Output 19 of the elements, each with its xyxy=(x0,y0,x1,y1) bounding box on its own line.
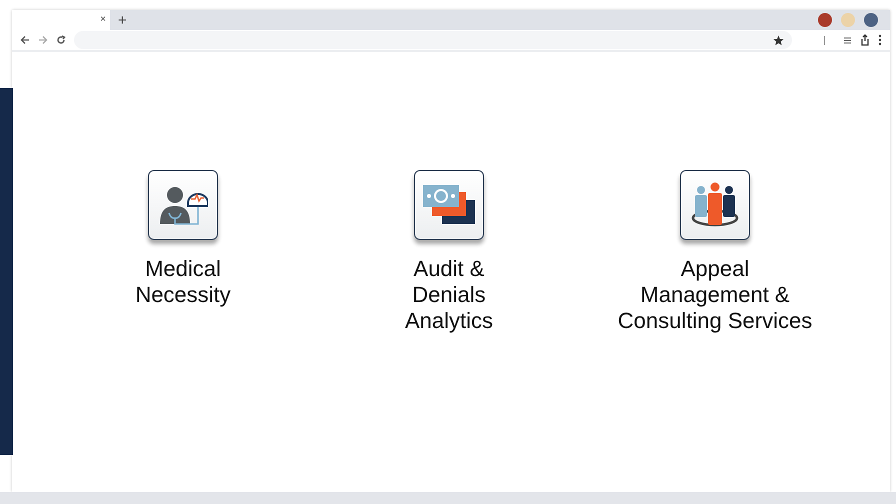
reload-icon[interactable] xyxy=(56,35,66,45)
new-tab-button[interactable]: + xyxy=(118,12,127,28)
window-dot-icon[interactable] xyxy=(864,13,878,27)
service-tile[interactable] xyxy=(148,170,218,240)
service-tile[interactable] xyxy=(680,170,750,240)
service-tile[interactable] xyxy=(414,170,484,240)
service-label: Medical Necessity xyxy=(135,256,231,308)
service-label: Audit & Denials Analytics xyxy=(404,256,494,334)
share-icon[interactable] xyxy=(860,34,870,46)
more-icon[interactable] xyxy=(878,34,882,46)
browser-tab[interactable]: × xyxy=(12,10,110,30)
star-icon[interactable] xyxy=(773,34,784,46)
menu-icon[interactable] xyxy=(843,36,852,44)
service-label: Appeal Management & Consulting Services xyxy=(618,256,812,334)
window-dot-icon[interactable] xyxy=(818,13,832,27)
close-tab-button[interactable]: × xyxy=(100,15,106,25)
back-icon[interactable] xyxy=(20,35,30,45)
window-dot-icon[interactable] xyxy=(841,13,855,27)
money-icon xyxy=(422,184,476,226)
